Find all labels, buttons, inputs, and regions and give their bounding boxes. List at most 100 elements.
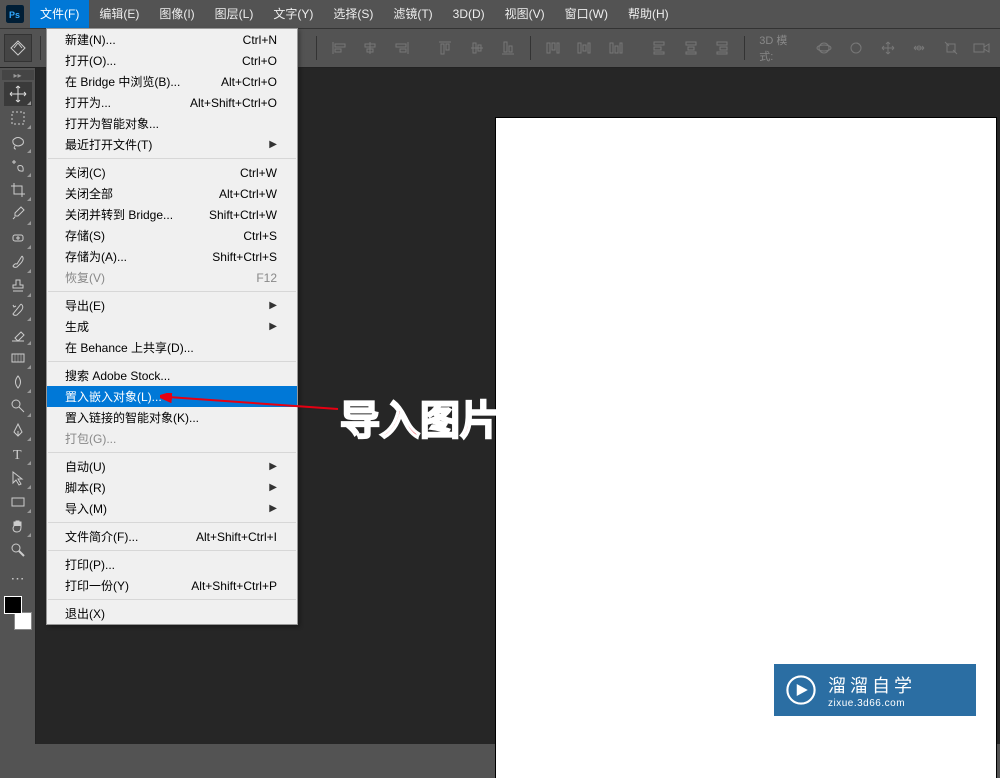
align-left-icon[interactable] (325, 34, 353, 62)
photoshop-icon: Ps (6, 5, 24, 23)
align-vcenter-icon[interactable] (463, 34, 491, 62)
menu-item[interactable]: 打开为...Alt+Shift+Ctrl+O (47, 92, 297, 113)
menu-item-label: 打开为智能对象... (65, 115, 159, 132)
dodge-tool[interactable] (4, 394, 32, 418)
3d-camera-icon[interactable] (968, 34, 996, 62)
stamp-tool[interactable] (4, 274, 32, 298)
edit-toolbar[interactable]: ⋯ (4, 566, 32, 590)
dist-vcenter-icon[interactable] (571, 34, 599, 62)
menu-image[interactable]: 图像(I) (149, 0, 204, 28)
align-bottom-icon[interactable] (495, 34, 523, 62)
lasso-tool[interactable] (4, 130, 32, 154)
dist-hcenter-icon[interactable] (677, 34, 705, 62)
menu-item[interactable]: 文件简介(F)... Alt+Shift+Ctrl+I (47, 526, 297, 547)
menu-item[interactable]: 自动(U)▶ (47, 456, 297, 477)
gradient-tool[interactable] (4, 346, 32, 370)
menu-window[interactable]: 窗口(W) (555, 0, 618, 28)
menu-item[interactable]: 新建(N)...Ctrl+N (47, 29, 297, 50)
dist-left-icon[interactable] (646, 34, 674, 62)
eyedropper-tool[interactable] (4, 202, 32, 226)
3d-slide-icon[interactable] (905, 34, 933, 62)
menu-item[interactable]: 脚本(R)▶ (47, 477, 297, 498)
file-menu-dropdown: 新建(N)...Ctrl+N打开(O)...Ctrl+O在 Bridge 中浏览… (46, 28, 298, 625)
menu-item[interactable]: 搜索 Adobe Stock... (47, 365, 297, 386)
color-swatches[interactable] (4, 596, 32, 630)
menu-item[interactable]: 在 Behance 上共享(D)... (47, 337, 297, 358)
menu-item[interactable]: 在 Bridge 中浏览(B)...Alt+Ctrl+O (47, 71, 297, 92)
3d-orbit-icon[interactable] (811, 34, 839, 62)
menu-item-label: 自动(U) (65, 458, 106, 475)
menu-layer[interactable]: 图层(L) (205, 0, 264, 28)
eraser-tool[interactable] (4, 322, 32, 346)
pen-tool[interactable] (4, 418, 32, 442)
marquee-tool[interactable] (4, 106, 32, 130)
3d-scale-icon[interactable] (937, 34, 965, 62)
separator (530, 36, 531, 60)
dist-right-icon[interactable] (709, 34, 737, 62)
menu-item[interactable]: 存储(S)Ctrl+S (47, 225, 297, 246)
align-top-icon[interactable] (432, 34, 460, 62)
menu-item-label: 文件简介(F)... (65, 528, 138, 545)
menu-item[interactable]: 存储为(A)...Shift+Ctrl+S (47, 246, 297, 267)
menu-item[interactable]: 打开(O)...Ctrl+O (47, 50, 297, 71)
crop-tool[interactable] (4, 178, 32, 202)
menu-item[interactable]: 打印一份(Y)Alt+Shift+Ctrl+P (47, 575, 297, 596)
3d-roll-icon[interactable] (842, 34, 870, 62)
quick-select-tool[interactable] (4, 154, 32, 178)
menu-select[interactable]: 选择(S) (323, 0, 383, 28)
menu-item-shortcut: Alt+Ctrl+W (219, 187, 277, 201)
zoom-tool[interactable] (4, 538, 32, 562)
separator (40, 36, 41, 60)
menu-item-label: 打包(G)... (65, 430, 116, 447)
menu-3d[interactable]: 3D(D) (443, 0, 495, 28)
history-brush-tool[interactable] (4, 298, 32, 322)
menu-filter[interactable]: 滤镜(T) (383, 0, 442, 28)
menu-item[interactable]: 打开为智能对象... (47, 113, 297, 134)
toolbar-expand[interactable]: ▸▸ (2, 70, 34, 80)
watermark: 溜溜自学 zixue.3d66.com (774, 664, 976, 716)
menu-item-shortcut: Alt+Shift+Ctrl+O (190, 96, 277, 110)
menu-item-shortcut: Alt+Shift+Ctrl+I (196, 530, 277, 544)
menu-item-label: 存储(S) (65, 227, 105, 244)
blur-tool[interactable] (4, 370, 32, 394)
menu-item[interactable]: 关闭全部Alt+Ctrl+W (47, 183, 297, 204)
align-hcenter-icon[interactable] (357, 34, 385, 62)
menu-item-shortcut: Ctrl+N (243, 33, 277, 47)
menu-item[interactable]: 关闭(C)Ctrl+W (47, 162, 297, 183)
menu-type[interactable]: 文字(Y) (263, 0, 323, 28)
menu-view[interactable]: 视图(V) (495, 0, 555, 28)
menu-help[interactable]: 帮助(H) (618, 0, 679, 28)
menu-item[interactable]: 关闭并转到 Bridge...Shift+Ctrl+W (47, 204, 297, 225)
tool-preset-icon[interactable] (4, 34, 32, 62)
healing-tool[interactable] (4, 226, 32, 250)
menu-item[interactable]: 生成▶ (47, 316, 297, 337)
menu-item-shortcut: Alt+Shift+Ctrl+P (191, 579, 277, 593)
menu-edit[interactable]: 编辑(E) (89, 0, 149, 28)
hand-tool[interactable] (4, 514, 32, 538)
menu-item[interactable]: 退出(X) (47, 603, 297, 624)
menu-file[interactable]: 文件(F) (30, 0, 89, 28)
menu-item-label: 在 Behance 上共享(D)... (65, 339, 194, 356)
brush-tool[interactable] (4, 250, 32, 274)
dist-top-icon[interactable] (539, 34, 567, 62)
dist-bottom-icon[interactable] (602, 34, 630, 62)
move-tool[interactable] (4, 82, 32, 106)
fg-color-swatch[interactable] (4, 596, 22, 614)
menu-item[interactable]: 导出(E)▶ (47, 295, 297, 316)
separator (316, 36, 317, 60)
submenu-arrow-icon: ▶ (269, 321, 277, 332)
menu-item-label: 搜索 Adobe Stock... (65, 367, 170, 384)
menu-item[interactable]: 最近打开文件(T)▶ (47, 134, 297, 155)
align-right-icon[interactable] (388, 34, 416, 62)
3d-pan-icon[interactable] (874, 34, 902, 62)
menu-item[interactable]: 打印(P)... (47, 554, 297, 575)
menu-item-shortcut: F12 (256, 271, 277, 285)
menu-item-label: 关闭(C) (65, 164, 106, 181)
type-tool[interactable]: T (4, 442, 32, 466)
menu-item-label: 最近打开文件(T) (65, 136, 152, 153)
menu-item[interactable]: 导入(M)▶ (47, 498, 297, 519)
rectangle-tool[interactable] (4, 490, 32, 514)
path-select-tool[interactable] (4, 466, 32, 490)
bg-color-swatch[interactable] (14, 612, 32, 630)
ps-logo: Ps (0, 0, 30, 28)
